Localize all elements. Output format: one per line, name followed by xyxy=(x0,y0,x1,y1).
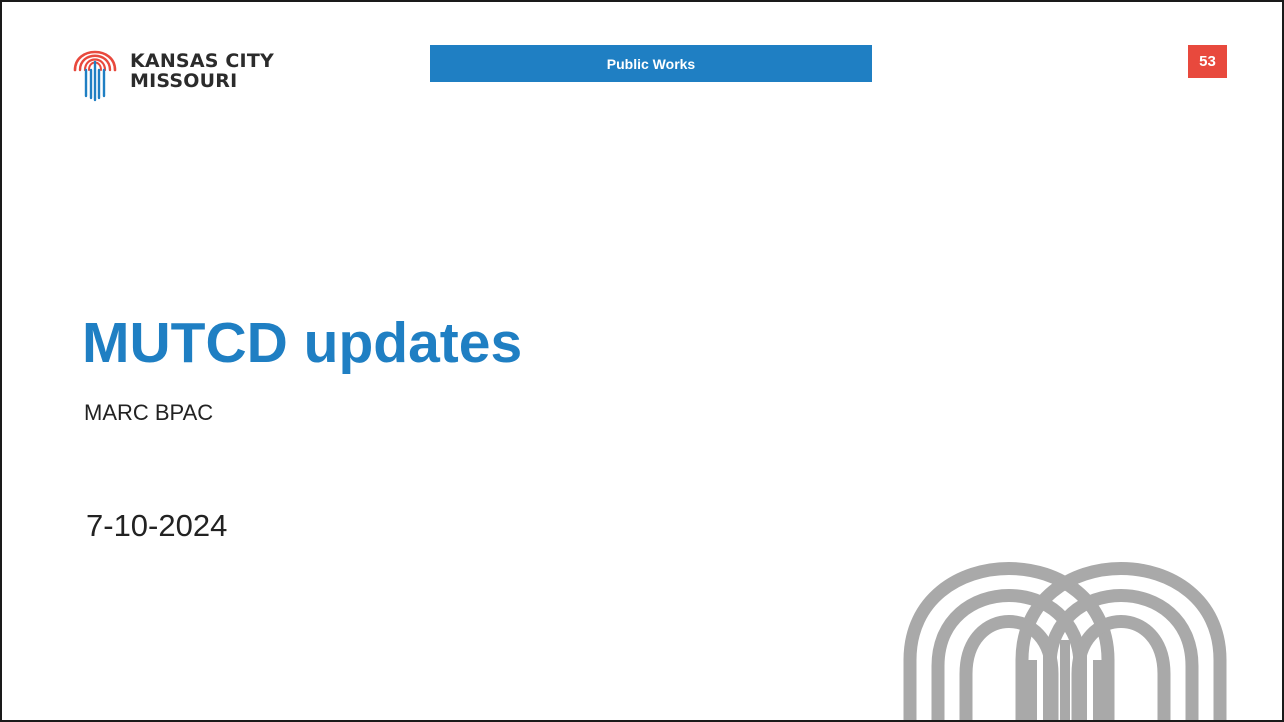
department-banner: Public Works xyxy=(430,45,872,82)
slide: KANSAS CITY MISSOURI Public Works 53 MUT… xyxy=(0,0,1284,722)
slide-title: MUTCD updates xyxy=(82,311,523,375)
logo-wordmark: KANSAS CITY MISSOURI xyxy=(130,51,274,91)
logo-line-2: MISSOURI xyxy=(130,70,238,92)
kansas-city-logo: KANSAS CITY MISSOURI xyxy=(72,40,274,102)
slide-subtitle: MARC BPAC xyxy=(84,400,214,425)
fountain-logo-icon xyxy=(73,50,117,102)
fountain-arches-watermark-icon xyxy=(903,562,1227,720)
page-number-badge: 53 xyxy=(1188,45,1227,78)
logo-line-1: KANSAS CITY xyxy=(130,50,274,72)
slide-date: 7-10-2024 xyxy=(86,508,228,543)
